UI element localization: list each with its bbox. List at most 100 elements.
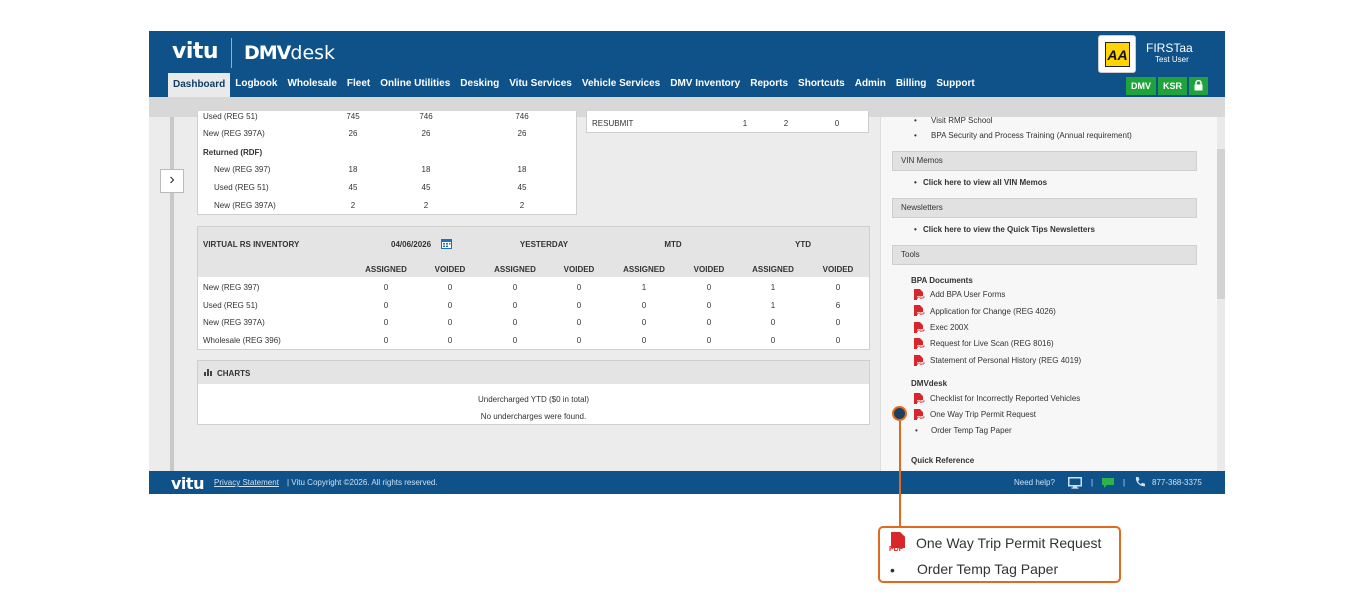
lock-button[interactable] [1189, 77, 1209, 95]
document-link[interactable]: Exec 200X [930, 323, 969, 332]
cell-value: 0 [706, 301, 712, 310]
cell-value: 2 [423, 201, 429, 210]
virtual-rs-title: VIRTUAL RS INVENTORY [203, 240, 300, 249]
document-link[interactable]: Checklist for Incorrectly Reported Vehic… [930, 394, 1080, 403]
resubmit-label: RESUBMIT [592, 119, 634, 128]
document-link[interactable]: One Way Trip Permit Request [930, 410, 1036, 419]
cell-value: 0 [641, 318, 647, 327]
footer: vitu Privacy Statement | Vitu Copyright … [149, 471, 1225, 494]
cell-value: 0 [576, 318, 582, 327]
bullet: • [914, 131, 917, 140]
charts-header [198, 361, 869, 384]
bpa-documents-heading: BPA Documents [911, 276, 973, 285]
nav-desking[interactable]: Desking [455, 73, 504, 97]
document-link[interactable]: Request for Live Scan (REG 8016) [930, 339, 1054, 348]
row-label: New (REG 397A) [214, 201, 276, 210]
nav-dashboard[interactable]: Dashboard [168, 73, 231, 97]
newsletters-header[interactable]: Newsletters [892, 198, 1197, 218]
user-role: Test User [1155, 55, 1189, 64]
document-link[interactable]: Add BPA User Forms [930, 290, 1005, 299]
cell-value: 6 [835, 301, 841, 310]
inventory-summary-panel: Used (REG 51) 745 746 746 New (REG 397A)… [197, 111, 577, 215]
cell-value: 0 [512, 318, 518, 327]
zoom-callout: PDF One Way Trip Permit Request • Order … [878, 526, 1121, 583]
pdf-icon: PDF [914, 355, 925, 367]
resource-link[interactable]: BPA Security and Process Training (Annua… [931, 131, 1132, 140]
vitu-logo[interactable]: vitu [172, 39, 219, 64]
nav-admin[interactable]: Admin [850, 73, 891, 97]
phone-icon[interactable] [1134, 476, 1146, 488]
bar-chart-icon [204, 369, 212, 376]
cell-value: 18 [348, 165, 358, 174]
cell-value: 2 [783, 119, 789, 128]
support-phone[interactable]: 877-368-3375 [1152, 478, 1202, 487]
hotspot-marker [892, 406, 907, 421]
nav-online-utilities[interactable]: Online Utilities [375, 73, 455, 97]
cell-value: 746 [419, 112, 433, 121]
nav-dmv-inventory[interactable]: DMV Inventory [665, 73, 745, 97]
newsletters-link[interactable]: Click here to view the Quick Tips Newsle… [923, 225, 1095, 234]
expand-sidebar-button[interactable]: › [160, 169, 184, 193]
cell-value: 0 [835, 318, 841, 327]
document-link[interactable]: Application for Change (REG 4026) [930, 307, 1056, 316]
resource-link[interactable]: Visit RMP School [931, 117, 993, 125]
cell-value: 0 [447, 283, 453, 292]
nav-support[interactable]: Support [931, 73, 979, 97]
nav-logbook[interactable]: Logbook [230, 73, 282, 97]
nav-fleet[interactable]: Fleet [342, 73, 375, 97]
document-link[interactable]: Order Temp Tag Paper [931, 426, 1012, 435]
row-label: New (REG 397A) [203, 318, 265, 327]
cell-value: 0 [512, 301, 518, 310]
cell-value: 18 [421, 165, 431, 174]
vin-memos-header[interactable]: VIN Memos [892, 151, 1197, 171]
dmvdesk-logo[interactable]: DMVdesk [244, 42, 335, 64]
logo-divider [231, 38, 232, 68]
cell-value: 0 [447, 318, 453, 327]
group-header-ytd: YTD [795, 240, 811, 249]
monitor-icon[interactable] [1068, 477, 1082, 489]
dmv-button[interactable]: DMV [1126, 77, 1156, 95]
vin-memos-link[interactable]: Click here to view all VIN Memos [923, 178, 1047, 187]
pdf-icon: PDF [914, 289, 925, 301]
document-link[interactable]: Statement of Personal History (REG 4019) [930, 356, 1081, 365]
cell-value: 0 [383, 301, 389, 310]
chat-icon[interactable] [1101, 477, 1115, 489]
row-label: Used (REG 51) [203, 112, 258, 121]
bullet: • [915, 426, 918, 435]
nav-vehicle-services[interactable]: Vehicle Services [577, 73, 665, 97]
cell-value: 26 [517, 129, 527, 138]
col-header: ASSIGNED [494, 265, 536, 274]
cell-value: 0 [706, 318, 712, 327]
virtual-rs-inventory-panel: VIRTUAL RS INVENTORY 04/06/2026 YESTERDA… [197, 226, 870, 350]
nav-vitu-services[interactable]: Vitu Services [504, 73, 577, 97]
lock-icon [1194, 79, 1203, 91]
privacy-statement-link[interactable]: Privacy Statement [214, 478, 279, 487]
user-name[interactable]: FIRSTaa [1146, 41, 1193, 55]
dmvdesk-heading: DMVdesk [911, 379, 948, 388]
col-header: ASSIGNED [752, 265, 794, 274]
pdf-icon: PDF [914, 338, 925, 350]
copyright-text: | Vitu Copyright ©2026. All rights reser… [287, 478, 438, 487]
row-label: Used (REG 51) [214, 183, 269, 192]
nav-shortcuts[interactable]: Shortcuts [793, 73, 850, 97]
nav-billing[interactable]: Billing [891, 73, 932, 97]
callout-one-way-trip-permit-request[interactable]: One Way Trip Permit Request [916, 535, 1101, 551]
cell-value: 0 [447, 301, 453, 310]
quick-reference-heading: Quick Reference [911, 456, 975, 465]
col-header: ASSIGNED [365, 265, 407, 274]
cell-value: 0 [576, 283, 582, 292]
nav-wholesale[interactable]: Wholesale [282, 73, 341, 97]
scrollbar-thumb[interactable] [1217, 149, 1225, 299]
charts-title: CHARTS [217, 369, 251, 378]
pdf-icon: PDF [914, 409, 925, 421]
cell-value: 0 [641, 301, 647, 310]
cell-value: 0 [576, 301, 582, 310]
pdf-icon: PDF [889, 532, 909, 555]
ksr-button[interactable]: KSR [1158, 77, 1188, 95]
row-label: New (REG 397A) [203, 129, 265, 138]
cell-value: 45 [348, 183, 358, 192]
nav-reports[interactable]: Reports [745, 73, 793, 97]
calendar-icon[interactable] [441, 238, 452, 249]
tools-header[interactable]: Tools [892, 245, 1197, 265]
callout-order-temp-tag-paper[interactable]: Order Temp Tag Paper [917, 561, 1058, 577]
